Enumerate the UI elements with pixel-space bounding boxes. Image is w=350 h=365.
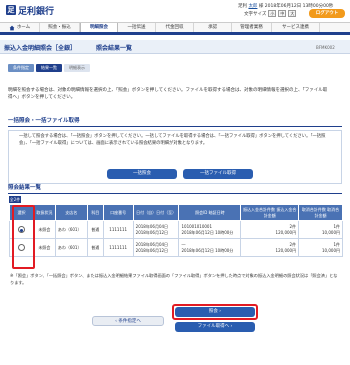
date-cell: 2018年06月04日 2018年06月12日	[132, 238, 180, 257]
home-icon	[9, 25, 15, 30]
inquiry-time: 2018年06月12日 10時00分	[181, 247, 234, 253]
branch-cell: あわ（601）	[54, 220, 88, 239]
result-count-badge: 全2件	[9, 196, 21, 203]
cancel-cell: 1件 10,000円	[298, 238, 343, 257]
bulk-section-title: 一括照会・一括ファイル取得	[8, 116, 342, 127]
subject-cell: 普通	[86, 220, 104, 239]
col-account: 口座番号	[102, 204, 134, 221]
status-cell: 未照会	[32, 220, 56, 239]
total-cell: 2件 120,000円	[240, 220, 300, 239]
account-cell: 1111111	[102, 220, 134, 239]
page-subtitle: 照会結果一覧	[96, 45, 133, 52]
back-label: 条件指定へ	[118, 319, 141, 324]
step-result-list: 結果一覧	[36, 64, 62, 72]
inquiry-button-highlight	[172, 304, 258, 320]
nav-home-label: ホーム	[16, 25, 31, 30]
cancel-amount: 10,000円	[322, 229, 340, 235]
account-cell: 1111111	[102, 238, 134, 257]
date-cell: 2018年06月04日 2018年06月12日	[132, 220, 180, 239]
col-inquiry-id: 照会ID 暗証日時	[178, 204, 242, 221]
font-small-button[interactable]: 小	[268, 10, 277, 17]
nav-home[interactable]: ホーム	[0, 23, 40, 32]
bulk-file-download-button[interactable]: 一括ファイル取得	[183, 169, 253, 179]
nav-item-admin[interactable]: 管理者業務	[232, 23, 272, 32]
inquiry-time: 2018年06月12日 10時00分	[181, 229, 234, 235]
bulk-section: 一括照会・一括ファイル取得 一括して照会する場合は、「一括照会」ボタンを押してく…	[8, 116, 342, 184]
col-cancel: 取消合計件数 取消合計金額	[298, 204, 343, 221]
nav-item-service[interactable]: サービス連携	[272, 23, 320, 32]
status-cell: 未照会	[32, 238, 56, 257]
nav-item-batch[interactable]: 一括伝送	[118, 23, 156, 32]
results-note: ※「照会」ボタン、「一括照会」ボタン、または振込入金明細結果ファイル取得画面の「…	[10, 273, 338, 285]
col-subject: 科目	[86, 204, 104, 221]
file-download-button[interactable]: ファイル取得へ ›	[175, 322, 255, 332]
cancel-amount: 10,000円	[322, 247, 340, 253]
intro-text: 明細を照会する場合は、対象の明細情報を選択の上、「照会」ボタンを押してください。…	[8, 88, 328, 100]
date-to: 2018年06月12日	[135, 247, 169, 253]
bank-logo-text: 足利銀行	[18, 7, 55, 17]
bulk-description: 一括して照会する場合は、「一括照会」ボタンを押してください。一括してファイルを取…	[19, 134, 326, 146]
font-large-button[interactable]: 大	[288, 10, 297, 17]
bank-logo-icon: 足	[6, 5, 16, 15]
total-amount: 120,000円	[275, 229, 297, 235]
col-date: 日付（自）日付（至）	[132, 204, 180, 221]
file-download-label: ファイル取得へ	[197, 324, 230, 329]
back-to-conditions-button[interactable]: ‹ 条件指定へ	[92, 316, 164, 326]
font-size-control: 文字サイズ 小 中 大	[244, 10, 297, 17]
user-name-link[interactable]: 太郎	[248, 4, 257, 9]
cancel-cell: 1件 10,000円	[298, 220, 343, 239]
results-section: 照会結果一覧	[8, 183, 342, 194]
nav-item-transfer[interactable]: 照会・振込	[40, 23, 80, 32]
page-title: 振込入金明細照会［全銀］	[4, 45, 77, 52]
bulk-inquiry-button[interactable]: 一括照会	[107, 169, 177, 179]
nav-item-statement[interactable]: 明細照会	[80, 23, 118, 32]
global-nav: ホーム 照会・振込 明細照会 一括伝送 代金回収 承認 管理者業務 サービス連携	[0, 22, 350, 35]
file-chevron-icon: ›	[229, 324, 233, 329]
table-row[interactable]: 未照会 あわ（601） 普通 1111111 2018年06月04日 2018年…	[9, 238, 343, 257]
select-column-highlight	[12, 205, 35, 269]
results-section-title: 照会結果一覧	[8, 183, 342, 194]
inquiry-cell: 101001010001 2018年06月12日 10時00分	[178, 220, 242, 239]
logout-button[interactable]: ログアウト	[309, 9, 345, 18]
date-to: 2018年06月12日	[135, 229, 169, 235]
nav-item-collection[interactable]: 代金回収	[156, 23, 194, 32]
results-header-row: 選択 取扱状況 支店名 科目 口座番号 日付（自）日付（至） 照会ID 暗証日時…	[9, 204, 343, 221]
font-size-label: 文字サイズ	[244, 11, 267, 17]
table-row[interactable]: 未照会 あわ（601） 普通 1111111 2018年06月04日 2018年…	[9, 220, 343, 239]
step-detail: 明細表示	[64, 64, 90, 72]
font-medium-button[interactable]: 中	[278, 10, 287, 17]
step-condition: 条件指定	[8, 64, 34, 72]
total-cell: 2件 120,000円	[240, 238, 300, 257]
col-branch: 支店名	[54, 204, 88, 221]
col-total: 振込入金合計件数 振込入金合計金額	[240, 204, 300, 221]
step-indicator: 条件指定 結果一覧 明細表示	[8, 64, 90, 72]
page-id: BFMK002	[316, 45, 335, 50]
user-prefix: 足利	[238, 4, 247, 9]
total-amount: 120,000円	[275, 247, 297, 253]
inquiry-cell: ― 2018年06月12日 10時00分	[178, 238, 242, 257]
bulk-panel: 一括して照会する場合は、「一括照会」ボタンを押してください。一括してファイルを取…	[8, 130, 342, 184]
nav-item-approval[interactable]: 承認	[194, 23, 232, 32]
col-status: 取扱状況	[32, 204, 56, 221]
branch-cell: あわ（601）	[54, 238, 88, 257]
results-table: 選択 取扱状況 支店名 科目 口座番号 日付（自）日付（至） 照会ID 暗証日時…	[9, 204, 343, 257]
subject-cell: 普通	[86, 238, 104, 257]
